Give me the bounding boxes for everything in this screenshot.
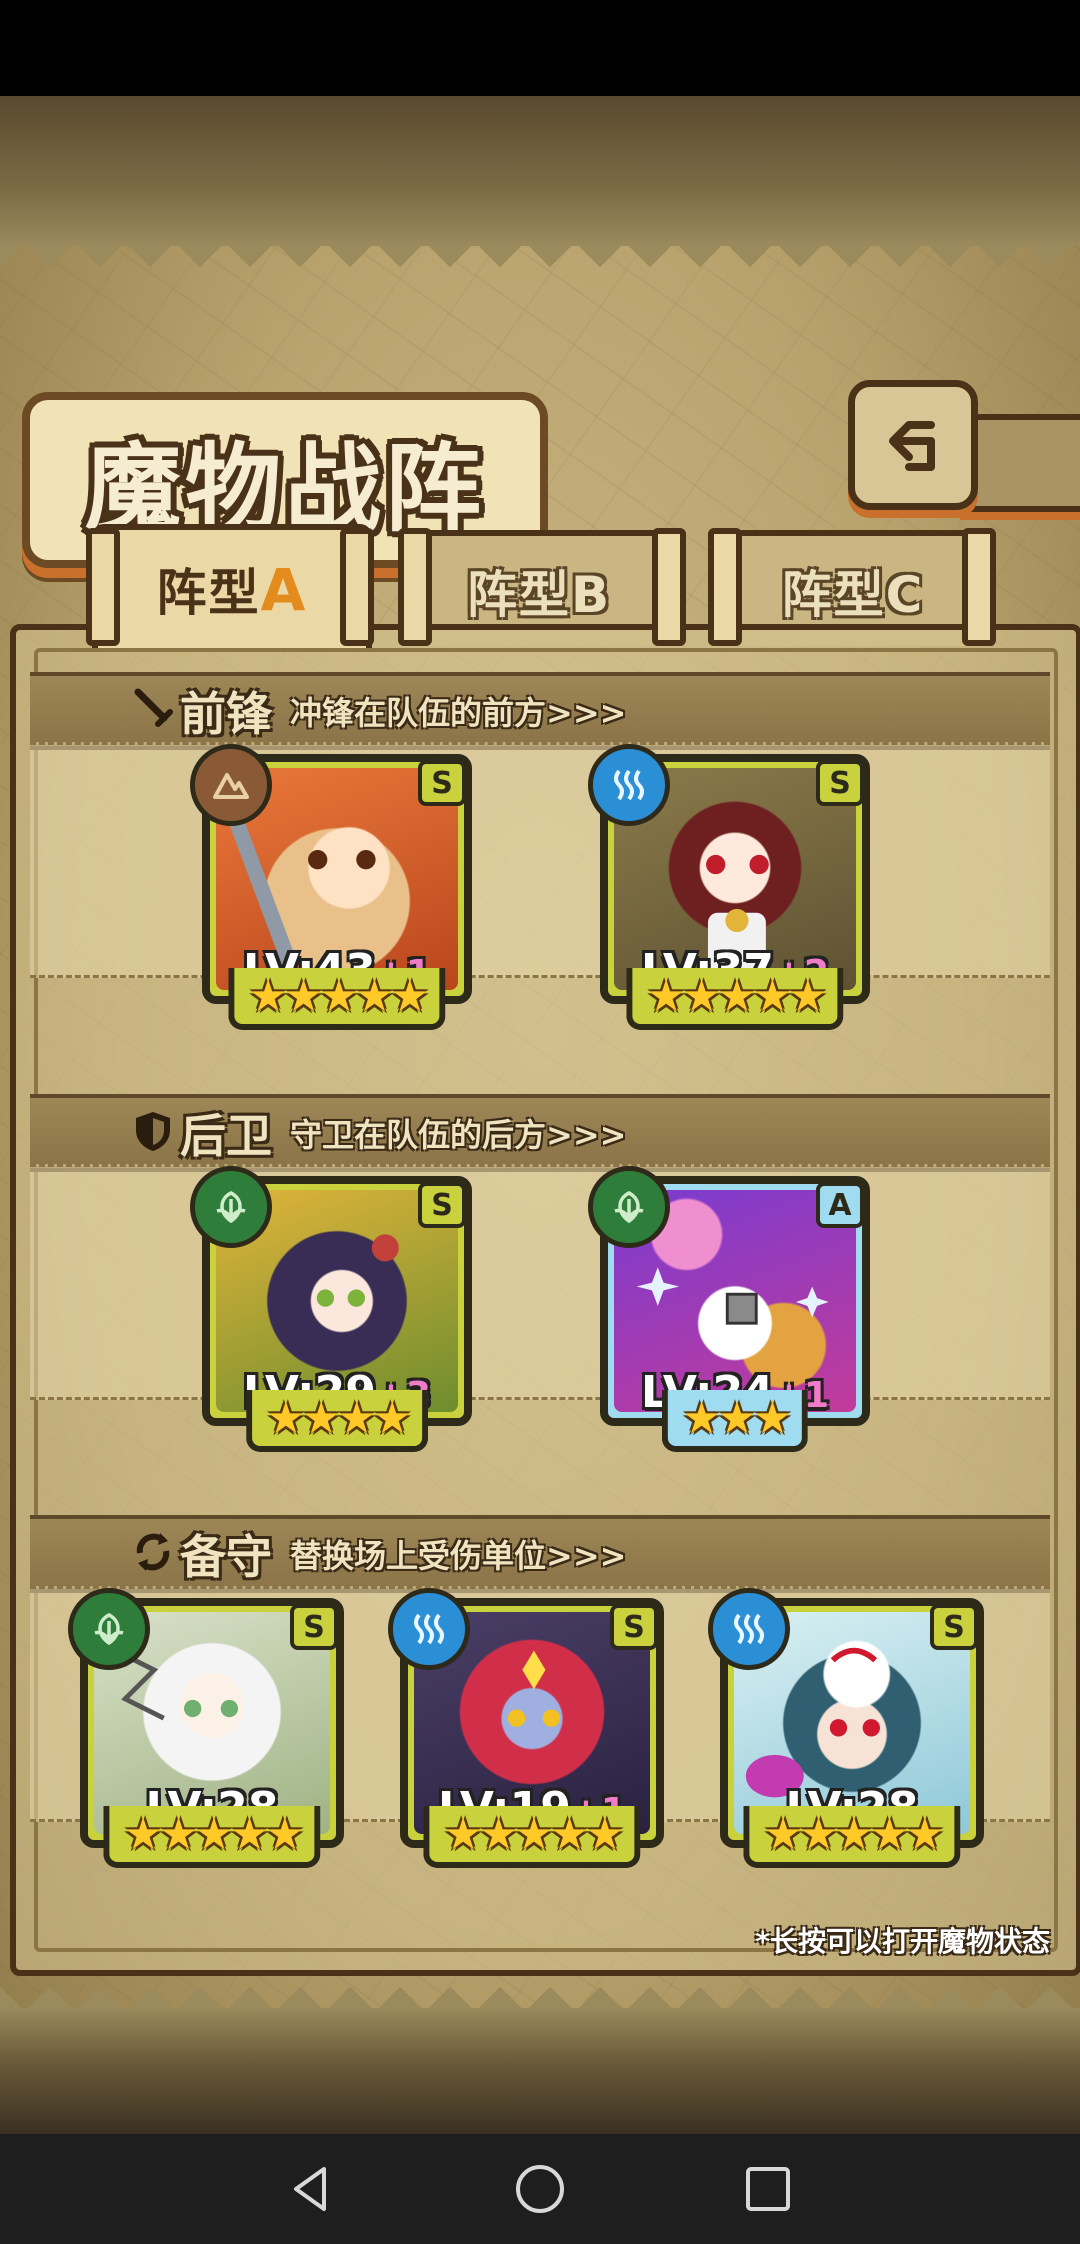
status-bar — [0, 0, 1080, 96]
star-rating: ★★★★★ — [763, 1808, 944, 1860]
section-back-desc: 守卫在队伍的后方>>> — [290, 1116, 627, 1154]
star-bar: ★★★★★ — [743, 1806, 961, 1868]
front-row-band — [30, 742, 1050, 978]
star-rating: ★★★★★ — [123, 1808, 304, 1860]
section-back-header: 后卫 守卫在队伍的后方>>> — [30, 1094, 1050, 1172]
tab-post — [652, 528, 686, 646]
star-bar: ★★★★★ — [103, 1806, 321, 1868]
swap-icon — [136, 1533, 170, 1571]
section-back-name: 后卫 — [180, 1109, 272, 1163]
sword-icon — [134, 688, 173, 727]
rank-badge: S — [290, 1604, 338, 1650]
monster-card-front-2[interactable]: S LV:37+2 ★★★★★ — [588, 744, 870, 1030]
section-reserve-desc: 替换场上受伤单位>>> — [290, 1537, 627, 1575]
monster-card-reserve-2[interactable]: S LV:19+1 ★★★★★ — [388, 1588, 664, 1868]
star-rating: ★★★★ — [266, 1392, 412, 1444]
leaf-icon — [588, 1166, 670, 1248]
back-row-band — [30, 1164, 1050, 1400]
nav-recents-icon[interactable] — [738, 2159, 798, 2219]
star-rating: ★★★★★ — [646, 970, 827, 1022]
tab-b-prefix: 阵型 — [466, 566, 571, 624]
tab-post — [708, 528, 742, 646]
nav-back-icon[interactable] — [282, 2159, 342, 2219]
section-front-header: 前锋 冲锋在队伍的前方>>> — [30, 672, 1050, 750]
earth-icon — [190, 744, 272, 826]
rank-badge: S — [418, 1182, 466, 1228]
leaf-icon — [68, 1588, 150, 1670]
section-reserve-header: 备守 替换场上受伤单位>>> — [30, 1515, 1050, 1593]
star-bar: ★★★★★ — [423, 1806, 641, 1868]
nav-home-icon[interactable] — [510, 2159, 570, 2219]
tab-post — [340, 528, 374, 646]
back-arrow-icon — [889, 421, 935, 471]
tab-c-letter: C — [885, 566, 925, 624]
tab-post — [398, 528, 432, 646]
section-front-desc: 冲锋在队伍的前方>>> — [290, 694, 627, 732]
torn-edge-bottom — [0, 1972, 1080, 2008]
monster-card-back-2[interactable]: A LV:24+1 ★★★ — [588, 1166, 870, 1452]
rank-badge: S — [610, 1604, 658, 1650]
star-rating: ★★★★★ — [248, 970, 429, 1022]
leaf-icon — [190, 1166, 272, 1248]
water-icon — [708, 1588, 790, 1670]
rank-badge: A — [816, 1182, 864, 1228]
water-icon — [388, 1588, 470, 1670]
torn-edge-top — [0, 246, 1080, 282]
monster-card-back-1[interactable]: S LV:29+3 ★★★★ — [190, 1166, 472, 1452]
tab-c-prefix: 阵型 — [781, 566, 886, 624]
star-bar: ★★★★★ — [626, 968, 844, 1030]
star-rating: ★★★ — [681, 1392, 792, 1444]
tab-a-letter: A — [260, 556, 308, 624]
long-press-hint: *长按可以打开魔物状态 — [755, 1925, 1050, 1958]
star-bar: ★★★ — [661, 1390, 809, 1452]
star-bar: ★★★★ — [246, 1390, 428, 1452]
star-rating: ★★★★★ — [443, 1808, 624, 1860]
back-button[interactable] — [848, 380, 978, 510]
tab-post — [962, 528, 996, 646]
tab-post — [86, 528, 120, 646]
back-button-rail — [960, 414, 1080, 512]
monster-card-front-1[interactable]: S LV:43+1 ★★★★★ — [190, 744, 472, 1030]
monster-card-reserve-3[interactable]: S LV:28 ★★★★★ — [708, 1588, 984, 1868]
section-front-name: 前锋 — [180, 687, 272, 741]
section-reserve-name: 备守 — [180, 1530, 272, 1584]
monster-card-reserve-1[interactable]: S LV:28 ★★★★★ — [68, 1588, 344, 1868]
tab-formation-a[interactable]: 阵型A — [92, 524, 372, 648]
tab-b-letter: B — [570, 566, 612, 624]
tab-a-prefix: 阵型 — [156, 564, 261, 622]
rank-badge: S — [930, 1604, 978, 1650]
map-bottom-strip — [0, 2008, 1080, 2134]
rank-badge: S — [418, 760, 466, 806]
rank-badge: S — [816, 760, 864, 806]
shield-icon — [136, 1112, 170, 1151]
star-bar: ★★★★★ — [228, 968, 446, 1030]
map-top-strip — [0, 96, 1080, 246]
water-icon — [588, 744, 670, 826]
system-nav-bar — [0, 2134, 1080, 2244]
